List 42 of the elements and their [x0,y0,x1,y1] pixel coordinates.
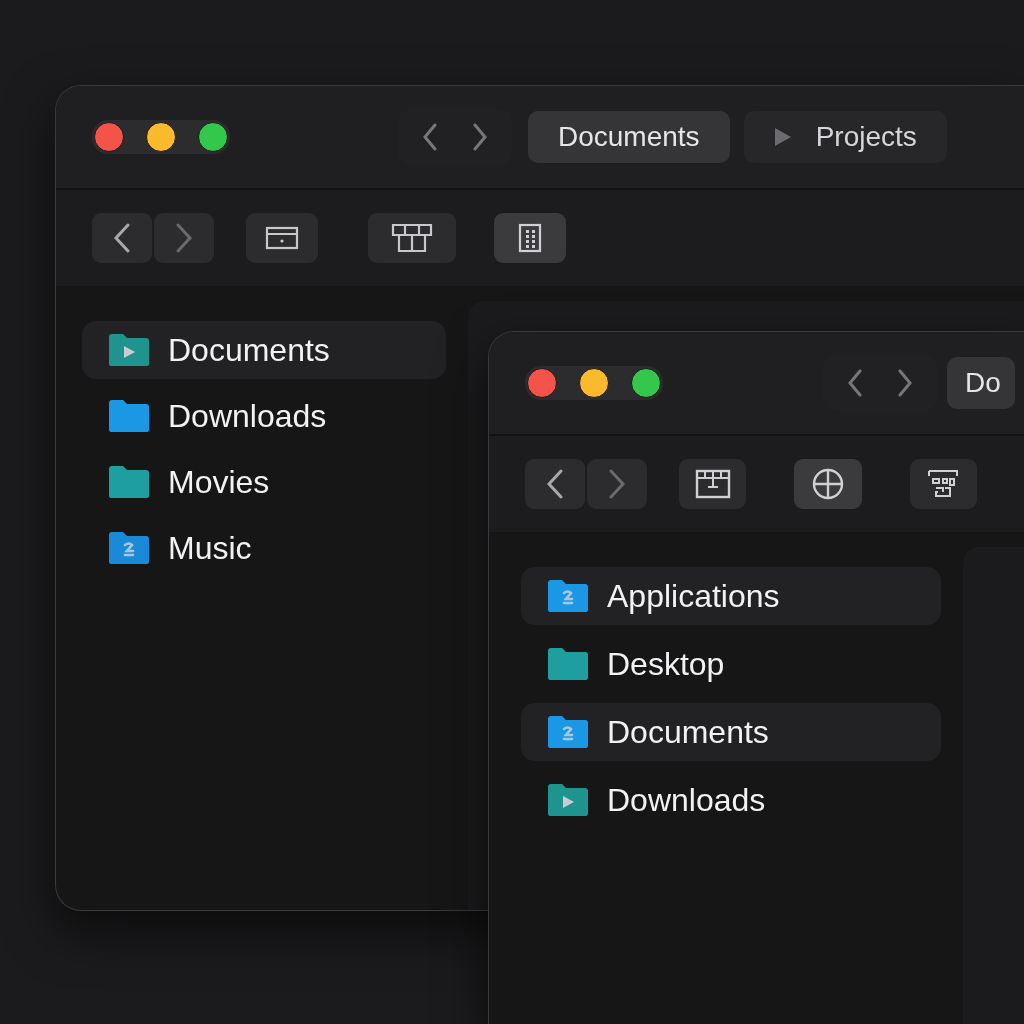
chevron-right-icon [897,369,913,397]
calendar-icon [694,469,731,499]
forward-button[interactable] [154,213,214,263]
back-button[interactable] [92,213,152,263]
toolbar-button[interactable] [909,459,977,509]
chevron-right-icon [608,469,626,499]
sidebar-item[interactable]: Documents [521,703,941,761]
play-icon [773,127,792,147]
back-button[interactable] [525,459,585,509]
sidebar-item[interactable]: Music [82,519,446,577]
crosshair-icon [811,467,845,501]
zoom-button[interactable] [631,368,661,398]
tab[interactable]: Projects [743,111,947,163]
toolbar-button[interactable] [246,213,318,263]
chevron-left-icon [847,369,863,397]
tab[interactable]: Do [947,357,1015,409]
chevron-left-icon [422,123,438,151]
close-button[interactable] [527,368,557,398]
keypad-icon [518,223,542,253]
sidebar-item[interactable]: Movies [82,453,446,511]
minimize-button[interactable] [146,122,176,152]
close-button[interactable] [94,122,124,152]
chevron-right-icon [175,223,193,253]
toolbar-button[interactable] [494,213,566,263]
toolbar-button[interactable] [368,213,456,263]
toolbar-button[interactable] [794,459,862,509]
chevron-left-icon [113,223,131,253]
forward-button[interactable] [587,459,647,509]
grid-icon [391,223,433,253]
minimize-button[interactable] [579,368,609,398]
sidebar-item[interactable]: Desktop [521,635,941,693]
chevron-right-icon [472,123,488,151]
sidebar-item[interactable]: Downloads [82,387,446,445]
tray-icon [265,225,299,251]
sidebar-item[interactable]: Documents [82,321,446,379]
toolbar-button[interactable] [679,459,747,509]
sidebar-item[interactable]: Downloads [521,771,941,829]
chevron-left-icon [546,469,564,499]
network-icon [926,469,961,499]
sidebar-item[interactable]: Applications [521,567,941,625]
zoom-button[interactable] [198,122,228,152]
tab[interactable]: Documents [528,111,730,163]
